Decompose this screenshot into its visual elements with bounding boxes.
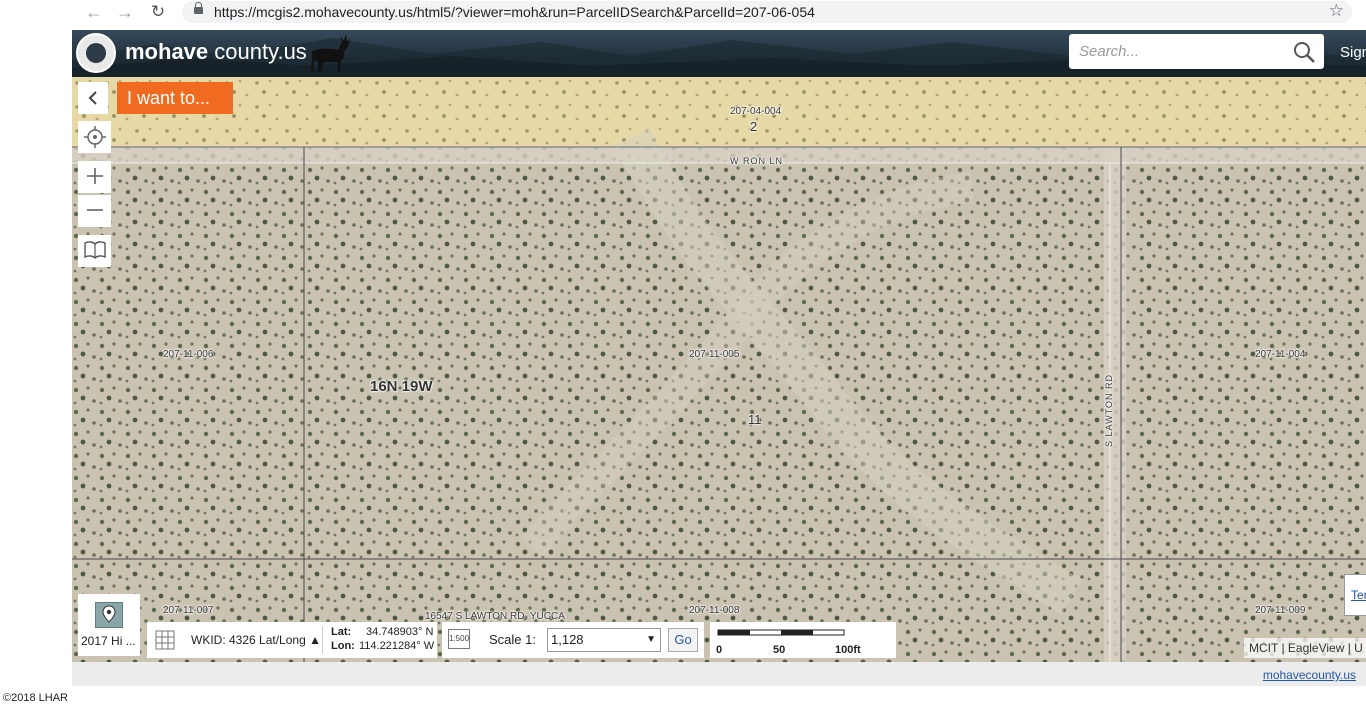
site-brand[interactable]: mohave county.us [125, 39, 307, 65]
page-footer: mohavecounty.us [72, 662, 1366, 686]
browser-toolbar: ← → ↻ https://mcgis2.mohavecounty.us/htm… [0, 0, 1366, 25]
i-want-to-button[interactable]: I want to... [117, 82, 233, 114]
parcel-number: 2 [750, 119, 758, 134]
parcel-label: 207-11-006 [163, 349, 214, 360]
map-pin-icon [102, 605, 116, 623]
gis-viewer: mohave county.us Search... Sign 207-04-0… [72, 30, 1366, 662]
basemap-label: 2017 Hi ... [81, 634, 136, 648]
aerial-imagery [72, 77, 1366, 662]
dropdown-arrow-icon: ▼ [646, 634, 656, 645]
parcel-label: 207-11-009 [1255, 605, 1306, 616]
lock-icon [194, 2, 203, 14]
minus-icon [86, 209, 103, 211]
parcel-label: 207-11-004 [1255, 349, 1306, 360]
book-icon [83, 241, 106, 259]
address-label: 16547 S LAWTON RD, YUCCA [425, 611, 565, 622]
ruler-tick: 50 [773, 644, 786, 656]
url-text[interactable]: https://mcgis2.mohavecounty.us/html5/?vi… [214, 4, 815, 20]
basemap-switcher[interactable]: 2017 Hi ... [78, 594, 140, 656]
wkid-selector[interactable]: WKID: 4326 Lat/Long ▲ [191, 633, 321, 647]
zoom-in-button[interactable] [78, 161, 111, 193]
lat-value: 34.748903° N [366, 626, 434, 638]
lat-label: Lat: [331, 626, 352, 638]
parcel-label: 207-11-008 [689, 605, 740, 616]
bookmarks-button[interactable] [78, 235, 111, 267]
plus-icon [86, 168, 103, 184]
scale-ruler: 0 50 100ft [710, 622, 896, 658]
address-bar[interactable]: https://mcgis2.mohavecounty.us/html5/?vi… [182, 1, 1352, 23]
lon-value: 114.221284° W [359, 640, 435, 652]
parcel-label: 207-04-004 [730, 106, 782, 117]
road-label: W RON LN [730, 156, 783, 166]
lon-label: Lon: [331, 640, 355, 652]
crosshair-icon [83, 126, 106, 148]
site-header: mohave county.us Search... Sign [72, 30, 1366, 77]
collapse-panel-button[interactable] [78, 82, 108, 114]
ruler-tick: 0 [716, 644, 723, 656]
reload-icon[interactable]: ↻ [146, 1, 170, 23]
parcel-number: 11 [748, 412, 762, 427]
copyright-text: ©2018 LHAR [3, 692, 68, 704]
basemap-thumbnail [95, 602, 123, 628]
scale-go-button[interactable]: Go [668, 628, 698, 652]
forward-icon[interactable]: → [113, 1, 137, 23]
township-label: 16N 19W [370, 378, 433, 395]
grid-icon[interactable] [153, 628, 177, 652]
scale-control: 1:500 Scale 1: 1,128 ▼ Go [442, 622, 704, 658]
footer-link[interactable]: mohavecounty.us [1263, 668, 1356, 682]
terms-link[interactable]: Ter [1344, 574, 1366, 616]
divider [322, 626, 323, 654]
ruler-graphic [717, 629, 845, 636]
parcel-label: 207-11-007 [163, 605, 214, 616]
search-icon[interactable] [1292, 40, 1316, 64]
map-attribution: MCIT | EagleView | U [1244, 638, 1366, 658]
bookmark-star-icon[interactable]: ☆ [1329, 1, 1344, 21]
ruler-tick: 100ft [835, 644, 861, 656]
chevron-left-icon [88, 91, 97, 105]
elk-logo [311, 34, 350, 72]
map-canvas[interactable]: 207-04-004 2 W RON LN 207-11-006 16N 19W… [72, 77, 1366, 662]
scale-icon: 1:500 [448, 629, 470, 649]
coordinate-bar: WKID: 4326 Lat/Long ▲ Lat: 34.748903° N … [147, 622, 437, 658]
scale-select[interactable]: 1,128 ▼ [547, 628, 661, 652]
county-seal-logo[interactable] [76, 33, 116, 73]
zoom-out-button[interactable] [78, 195, 111, 227]
sign-in-link[interactable]: Sign [1340, 44, 1366, 61]
my-location-button[interactable] [78, 121, 111, 153]
back-icon[interactable]: ← [82, 1, 106, 23]
search-input[interactable]: Search... [1069, 34, 1324, 69]
scale-label: Scale 1: [489, 632, 536, 647]
parcel-label: 207-11-005 [689, 349, 740, 360]
road-label: S LAWTON RD [1104, 373, 1114, 447]
